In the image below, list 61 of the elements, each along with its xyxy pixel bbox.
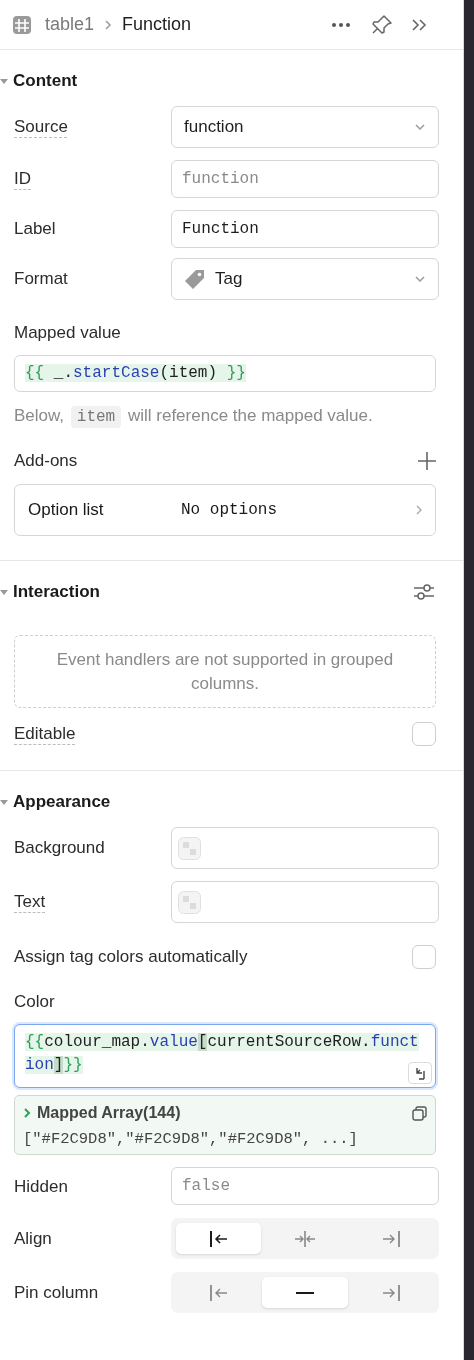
field-label: Background (14, 837, 106, 860)
expand-button[interactable] (408, 1062, 432, 1084)
table-icon (12, 14, 32, 35)
chevron-down-icon (414, 123, 426, 131)
addon-value: No options (181, 500, 278, 521)
section-title[interactable]: Content (13, 68, 78, 94)
code-field[interactable]: {{ _.startCase(item) }} (14, 355, 436, 392)
chevron-right-icon[interactable] (23, 1107, 31, 1119)
transparent-swatch-icon (178, 890, 201, 914)
expand-icon (414, 1066, 426, 1080)
caret-icon[interactable] (0, 78, 8, 84)
preview-title: Mapped Array(144) (37, 1103, 182, 1123)
field-label: Format (14, 268, 69, 291)
dropdown[interactable]: function (171, 106, 439, 148)
field-label: Pin column (14, 1282, 100, 1304)
collapse-icon[interactable] (411, 17, 427, 32)
field-label: Editable (14, 723, 76, 746)
segment-button[interactable] (176, 1223, 262, 1255)
dash-icon (296, 1291, 314, 1294)
color-field[interactable] (171, 881, 439, 923)
empty-state-message: Event handlers are not supported in grouped columns. (55, 648, 395, 695)
caret-icon[interactable] (0, 589, 8, 595)
pin-icon[interactable] (371, 13, 393, 36)
panel-title: Function (122, 13, 192, 36)
section-title[interactable]: Appearance (13, 789, 111, 815)
more-icon[interactable] (331, 20, 351, 29)
text-input[interactable]: Function (171, 210, 439, 248)
code-field[interactable]: {{colour_map.value[currentSourceRow.function]}} (14, 1024, 436, 1088)
chevron-icon (104, 18, 113, 31)
transparent-swatch-icon (178, 836, 201, 860)
settings-icon[interactable] (413, 582, 435, 602)
caret-icon[interactable] (0, 799, 8, 805)
field-label: Assign tag colors automatically (14, 946, 248, 969)
field-label: Hidden (14, 1175, 69, 1198)
chevron-down-icon (414, 275, 426, 283)
code-text: {{colour_map.value[currentSourceRow.function]}} (25, 1032, 419, 1076)
field-label: Mapped value (14, 322, 122, 344)
breadcrumb-link[interactable]: table1 (45, 11, 95, 38)
field-label: ID (14, 168, 32, 191)
field-label: Text (14, 891, 47, 914)
field-label: Source (14, 116, 69, 139)
code-text: {{ _.startCase(item) }} (25, 363, 247, 384)
field-label: Label (14, 218, 57, 241)
section-title[interactable]: Interaction (13, 579, 100, 605)
preview-value: ["#F2C9D8","#F2C9D8","#F2C9D8", ...] (23, 1129, 359, 1150)
dropdown[interactable]: Tag (171, 258, 439, 300)
field-label: Add-ons (14, 450, 78, 473)
tag-icon (184, 268, 205, 290)
help-text: Below, item will reference the mapped value. (13, 405, 374, 429)
field-label: Color (14, 991, 56, 1013)
text-input[interactable]: false (171, 1167, 439, 1206)
color-field[interactable] (171, 827, 439, 869)
text-input[interactable]: function (171, 160, 439, 198)
copy-icon[interactable] (412, 1105, 427, 1121)
addon-name: Option list (28, 499, 105, 522)
add-icon[interactable] (418, 452, 436, 470)
checkbox[interactable] (412, 945, 436, 969)
addon-item[interactable]: Option list No options (14, 484, 436, 536)
checkbox[interactable] (412, 722, 436, 746)
chevron-right-icon (416, 505, 422, 515)
field-label: Align (14, 1228, 53, 1250)
